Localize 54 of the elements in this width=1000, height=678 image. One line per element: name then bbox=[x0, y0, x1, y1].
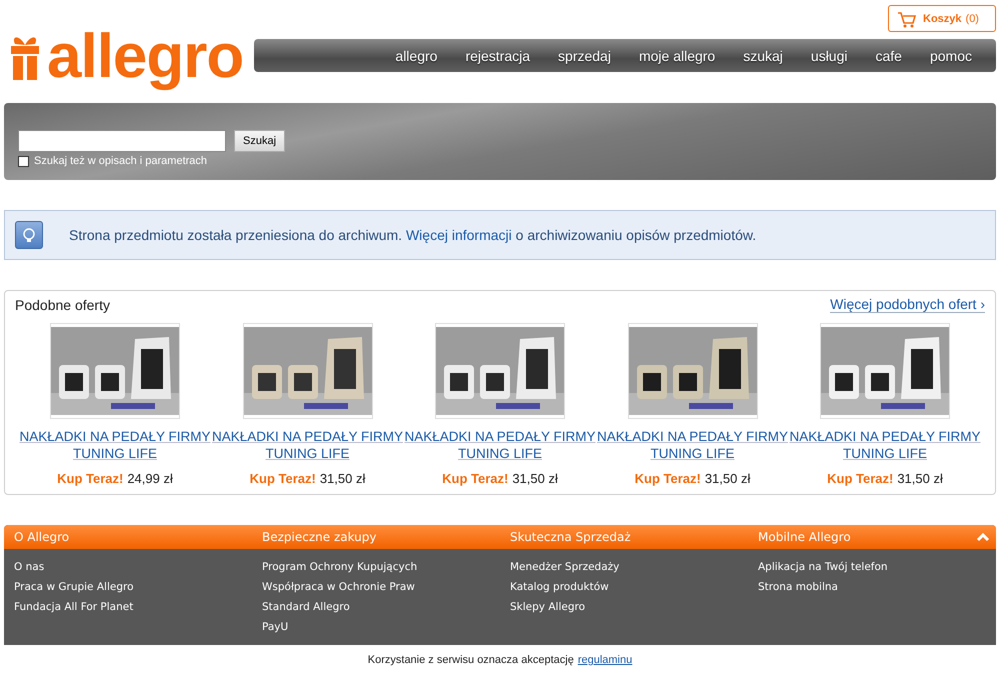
checkbox-label: Szukaj też w opisach i parametrach bbox=[34, 155, 208, 167]
price: 31,50 zł bbox=[320, 471, 366, 486]
nav-link[interactable]: pomoc bbox=[916, 48, 986, 64]
footer-link[interactable]: Sklepy Allegro bbox=[510, 597, 758, 617]
buy-now-label: Kup Teraz! bbox=[634, 471, 701, 486]
price: 24,99 zł bbox=[127, 471, 173, 486]
footer-link[interactable]: O nas bbox=[14, 557, 262, 577]
footer-link[interactable]: Aplikacja na Twój telefon bbox=[758, 557, 996, 577]
checkbox[interactable] bbox=[18, 156, 29, 166]
buy-now-label: Kup Teraz! bbox=[827, 471, 894, 486]
footer-link[interactable]: Standard Allegro bbox=[262, 597, 510, 617]
footer-link[interactable]: Katalog produktów bbox=[510, 577, 758, 597]
notice-text: Strona przedmiotu została przeniesiona do archiwum. Więcej informacji o archiwizowaniu opisów przedmiotów. bbox=[69, 227, 756, 243]
footer-link[interactable]: Strona mobilna bbox=[758, 577, 996, 597]
terms-link[interactable]: regulaminu bbox=[578, 654, 632, 666]
offer-title-link[interactable]: NAKŁADKI NA PEDAŁY FIRMY TUNING LIFE bbox=[19, 428, 211, 462]
footer-link[interactable]: Praca w Grupie Allegro bbox=[14, 577, 262, 597]
offer-title-link[interactable]: NAKŁADKI NA PEDAŁY FIRMY TUNING LIFE bbox=[404, 428, 596, 462]
search-button[interactable]: Szukaj bbox=[234, 130, 286, 152]
buy-now-label: Kup Teraz! bbox=[57, 471, 124, 486]
footer-heading: Bezpieczne zakupy bbox=[262, 530, 378, 544]
more-offers-link[interactable]: Więcej podobnych ofert › bbox=[830, 296, 985, 313]
footer-heading: Mobilne Allegro bbox=[758, 530, 852, 544]
nav-link[interactable]: usługi bbox=[796, 48, 862, 64]
cart-label: Koszyk bbox=[923, 12, 962, 24]
footer-heading: Skuteczna Sprzedaż bbox=[510, 530, 632, 544]
footer-link[interactable]: Menedżer Sprzedaży bbox=[510, 557, 758, 577]
price: 31,50 zł bbox=[512, 471, 558, 486]
nav-link[interactable]: szukaj bbox=[729, 48, 797, 64]
lightbulb-icon bbox=[15, 221, 43, 249]
footer-link[interactable]: PayU bbox=[262, 617, 510, 637]
nav-link[interactable]: allegro bbox=[381, 48, 452, 64]
offer-title-link[interactable]: NAKŁADKI NA PEDAŁY FIRMY TUNING LIFE bbox=[789, 428, 981, 462]
nav-link[interactable]: rejestracja bbox=[451, 48, 544, 64]
section-title: Podobne oferty bbox=[15, 296, 110, 312]
nav-link[interactable]: moje allegro bbox=[624, 48, 730, 64]
more-info-link[interactable]: Więcej informacji bbox=[406, 227, 512, 243]
offer-title-link[interactable]: NAKŁADKI NA PEDAŁY FIRMY TUNING LIFE bbox=[212, 428, 404, 462]
price: 31,50 zł bbox=[897, 471, 943, 486]
price: 31,50 zł bbox=[704, 471, 750, 486]
footer-link[interactable]: Współpraca w Ochronie Praw bbox=[262, 577, 510, 597]
footer-heading: O Allegro bbox=[14, 530, 70, 544]
terms-text: Korzystanie z serwisu oznacza akceptację bbox=[368, 654, 574, 666]
nav-link[interactable]: sprzedaj bbox=[544, 48, 625, 64]
search-field[interactable] bbox=[18, 130, 226, 152]
buy-now-label: Kup Teraz! bbox=[250, 471, 316, 486]
footer-link[interactable]: Program Ochrony Kupujących bbox=[262, 557, 510, 577]
nav-link[interactable]: cafe bbox=[862, 48, 916, 64]
footer-link[interactable]: Fundacja All For Planet bbox=[14, 597, 262, 617]
buy-now-label: Kup Teraz! bbox=[442, 471, 508, 486]
offer-title-link[interactable]: NAKŁADKI NA PEDAŁY FIRMY TUNING LIFE bbox=[596, 428, 788, 462]
collapse-icon bbox=[976, 531, 990, 543]
cart-count: (0) bbox=[966, 12, 979, 24]
cart-icon bbox=[897, 10, 917, 28]
